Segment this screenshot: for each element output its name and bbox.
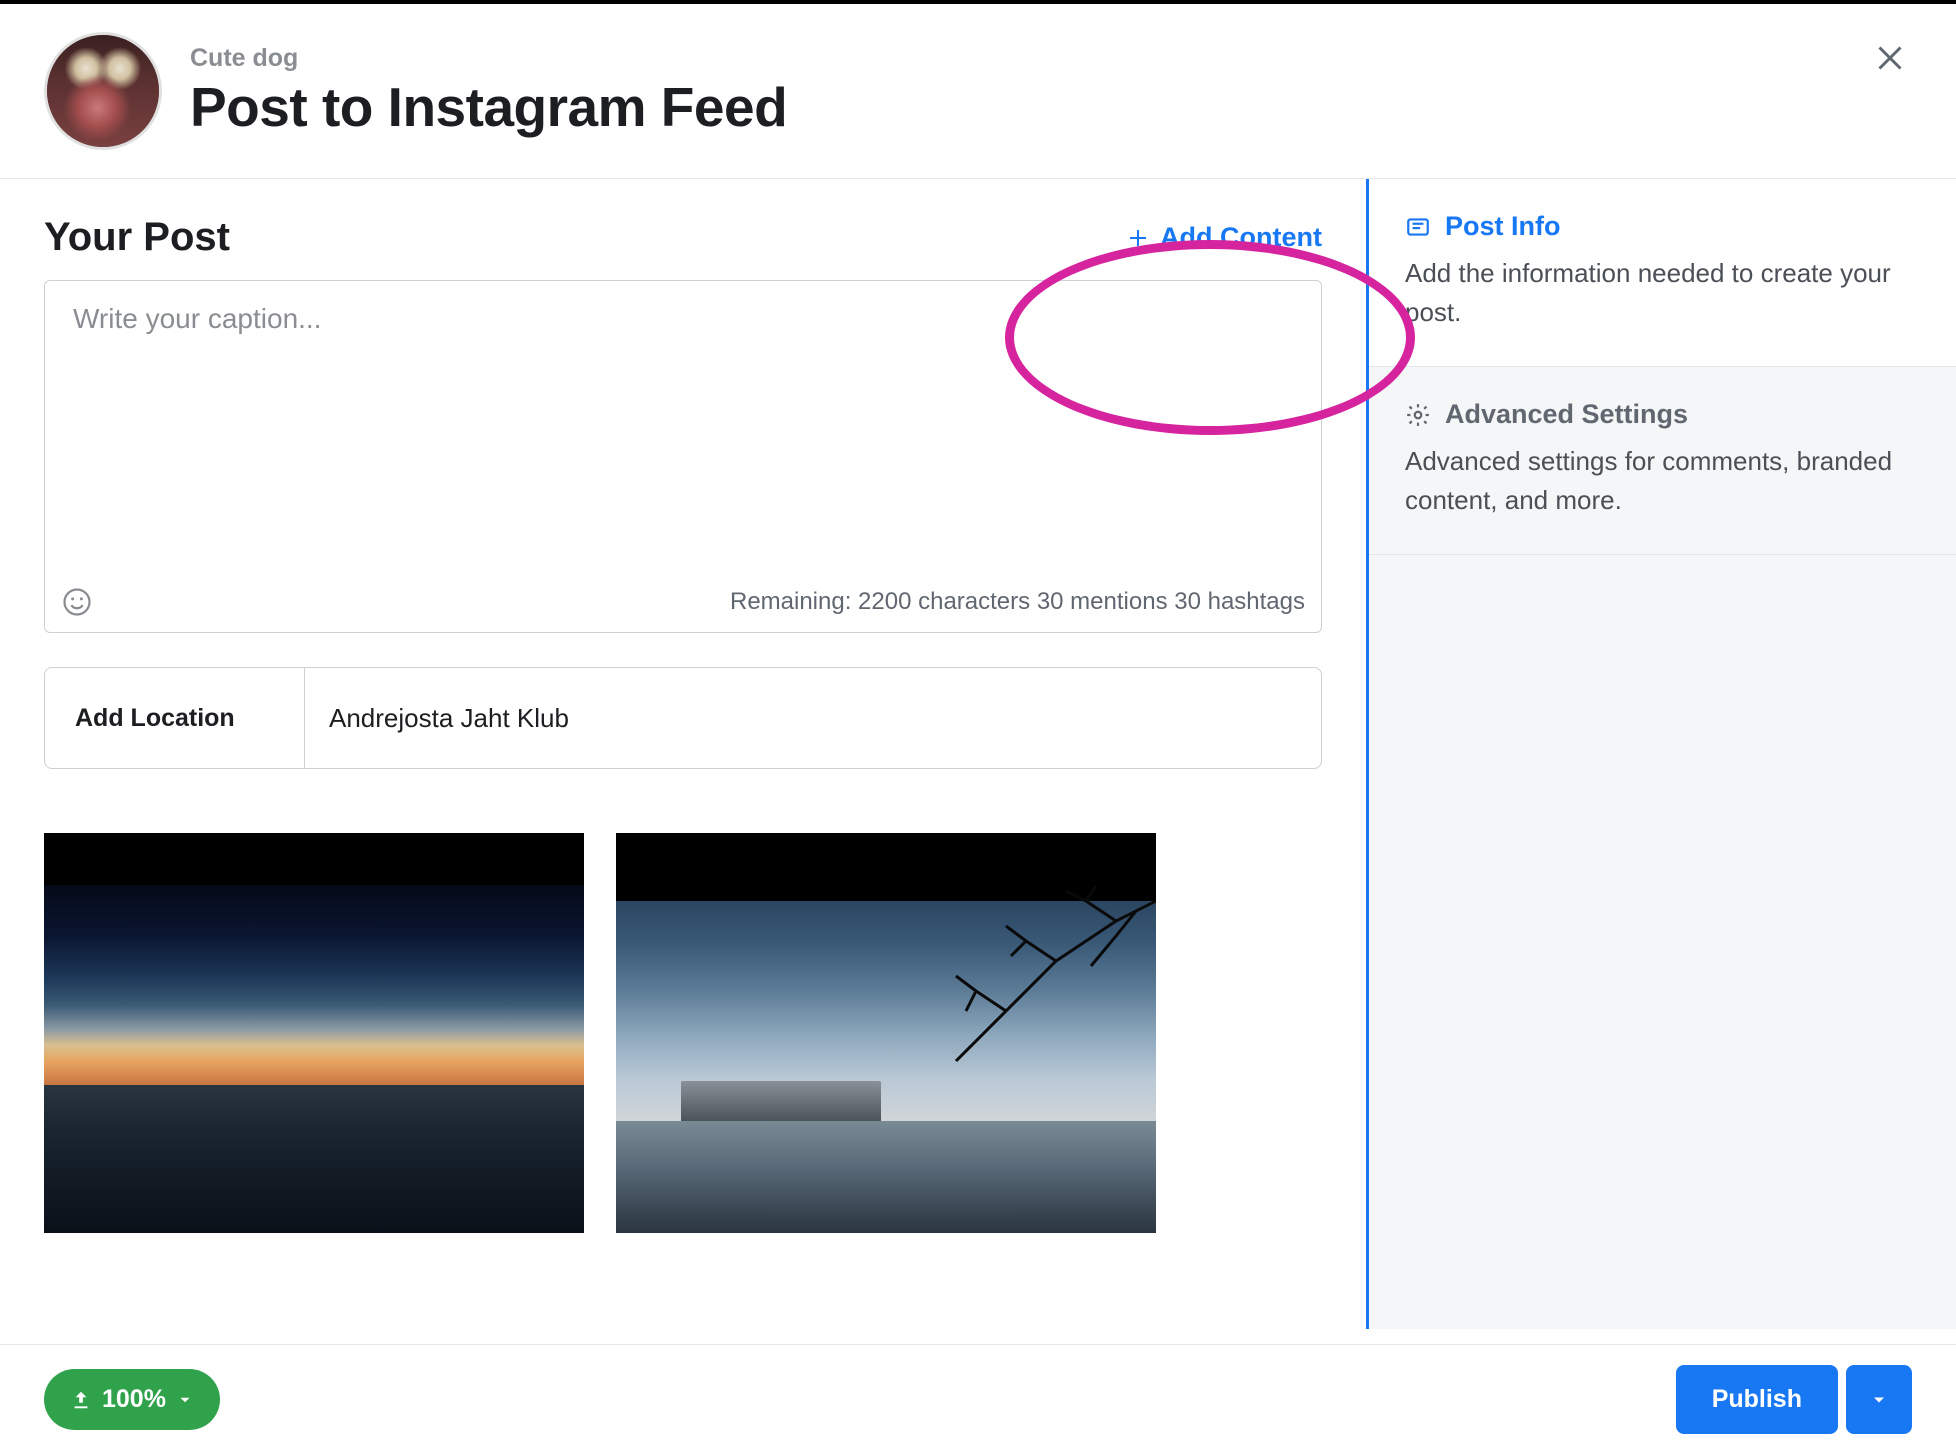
upload-status-button[interactable]: 100% (44, 1369, 220, 1430)
left-pane: Your Post Add Content Re (0, 179, 1366, 1329)
publish-dropdown-button[interactable] (1846, 1365, 1912, 1434)
location-value: Andrejosta Jaht Klub (305, 668, 1321, 768)
caption-input[interactable] (45, 281, 1321, 571)
avatar-image (47, 35, 159, 147)
media-thumbnails (44, 833, 1322, 1233)
gear-icon (1405, 402, 1431, 428)
location-label: Add Location (45, 668, 305, 768)
sidebar-filler (1369, 555, 1956, 1329)
advanced-desc: Advanced settings for comments, branded … (1405, 442, 1920, 520)
media-thumbnail[interactable] (616, 833, 1156, 1233)
section-title: Your Post (44, 215, 230, 260)
add-content-button[interactable]: Add Content (1126, 222, 1322, 253)
add-content-label: Add Content (1160, 222, 1322, 253)
modal-footer: 100% Publish (0, 1344, 1956, 1454)
close-icon (1872, 40, 1908, 76)
caption-footer: Remaining: 2200 characters 30 mentions 3… (45, 576, 1321, 632)
media-thumbnail[interactable] (44, 833, 584, 1233)
right-pane: Post Info Add the information needed to … (1366, 179, 1956, 1329)
sidebar-item-advanced-settings[interactable]: Advanced Settings Advanced settings for … (1369, 366, 1956, 555)
publish-button[interactable]: Publish (1676, 1365, 1838, 1434)
post-info-desc: Add the information needed to create you… (1405, 254, 1920, 332)
your-post-header: Your Post Add Content (44, 215, 1322, 260)
caption-box: Remaining: 2200 characters 30 mentions 3… (44, 280, 1322, 633)
avatar (44, 32, 162, 150)
location-row[interactable]: Add Location Andrejosta Jaht Klub (44, 667, 1322, 769)
publish-button-group: Publish (1676, 1365, 1912, 1434)
header-subtitle: Cute dog (190, 44, 787, 73)
advanced-heading: Advanced Settings (1405, 399, 1920, 430)
plus-icon (1126, 226, 1150, 250)
header-title: Post to Instagram Feed (190, 75, 787, 139)
emoji-icon (62, 587, 92, 617)
modal-body: Your Post Add Content Re (0, 179, 1956, 1329)
post-info-icon (1405, 214, 1431, 240)
post-info-title: Post Info (1445, 211, 1561, 242)
advanced-title: Advanced Settings (1445, 399, 1688, 430)
tree-branches (916, 881, 1156, 1081)
upload-icon (70, 1389, 92, 1411)
close-button[interactable] (1868, 36, 1912, 80)
sidebar-item-post-info[interactable]: Post Info Add the information needed to … (1369, 179, 1956, 366)
modal-header: Cute dog Post to Instagram Feed (0, 4, 1956, 179)
caret-down-icon (176, 1391, 194, 1409)
upload-percent: 100% (102, 1385, 166, 1414)
header-text-block: Cute dog Post to Instagram Feed (190, 44, 787, 139)
thumbnail-image (44, 885, 584, 1085)
remaining-counter: Remaining: 2200 characters 30 mentions 3… (730, 588, 1305, 616)
caret-down-icon (1869, 1390, 1889, 1410)
emoji-button[interactable] (61, 586, 93, 618)
post-info-heading: Post Info (1405, 211, 1920, 242)
